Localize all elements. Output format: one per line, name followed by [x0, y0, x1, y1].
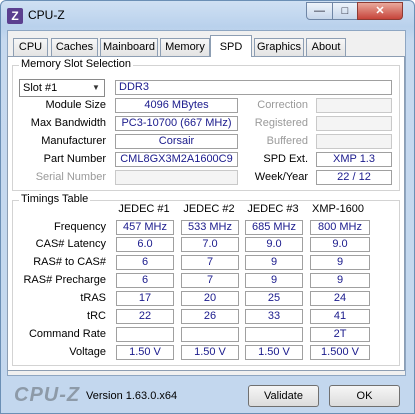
timing-cell: 7	[181, 255, 239, 270]
timing-cell: 25	[245, 291, 303, 306]
correction-value	[316, 98, 392, 113]
column-header-jedec2: JEDEC #2	[183, 203, 235, 215]
module-size-value: 4096 MBytes	[115, 98, 238, 113]
slot-select-value: Slot #1	[23, 82, 58, 94]
row-label-tras: tRAS	[80, 292, 106, 304]
timing-cell: 9.0	[245, 237, 303, 252]
registered-label: Registered	[254, 117, 308, 129]
chevron-down-icon[interactable]: ▼	[90, 82, 102, 94]
timing-cell: 1.50 V	[181, 345, 239, 360]
timing-cell: 33	[245, 309, 303, 324]
tab-mainboard[interactable]: Mainboard	[100, 38, 158, 56]
timing-cell: 685 MHz	[245, 220, 303, 235]
row-label-cas-latency: CAS# Latency	[35, 238, 106, 250]
manufacturer-value: Corsair	[115, 134, 238, 149]
minimize-button[interactable]: —	[306, 2, 333, 20]
timing-cell: 9	[310, 255, 370, 270]
row-label-trc: tRC	[87, 310, 106, 322]
validate-button[interactable]: Validate	[248, 385, 319, 407]
maximize-button[interactable]: □	[332, 2, 358, 20]
ok-button[interactable]: OK	[329, 385, 400, 407]
max-bandwidth-value: PC3-10700 (667 MHz)	[115, 116, 238, 131]
timing-cell	[116, 327, 174, 342]
correction-label: Correction	[257, 99, 308, 111]
part-number-value: CML8GX3M2A1600C9	[115, 152, 238, 167]
week-year-value: 22 / 12	[316, 170, 392, 185]
title-bar[interactable]: Z CPU-Z — □ ✕	[1, 1, 414, 29]
tab-cpu[interactable]: CPU	[13, 38, 48, 56]
row-label-voltage: Voltage	[69, 346, 106, 358]
row-label-ras-to-cas: RAS# to CAS#	[33, 256, 106, 268]
timing-cell: 2T	[310, 327, 370, 342]
timing-cell: 533 MHz	[181, 220, 239, 235]
part-number-label: Part Number	[43, 153, 106, 165]
timing-cell: 9	[310, 273, 370, 288]
buffered-value	[316, 134, 392, 149]
timing-cell: 9.0	[310, 237, 370, 252]
timings-group-title: Timings Table	[19, 193, 91, 205]
version-text: Version 1.63.0.x64	[86, 390, 178, 402]
row-label-ras-precharge: RAS# Precharge	[23, 274, 106, 286]
tab-caches[interactable]: Caches	[51, 38, 98, 56]
timing-cell	[245, 327, 303, 342]
column-header-jedec3: JEDEC #3	[247, 203, 299, 215]
spd-ext-label: SPD Ext.	[263, 153, 308, 165]
tab-graphics[interactable]: Graphics	[254, 38, 304, 56]
cpu-z-app-icon: Z	[7, 8, 23, 24]
timing-cell: 9	[245, 255, 303, 270]
timing-cell: 22	[116, 309, 174, 324]
tab-spd[interactable]: SPD	[210, 35, 252, 57]
timing-cell: 800 MHz	[310, 220, 370, 235]
cpu-z-logo: CPU-Z	[14, 384, 81, 406]
timing-cell: 26	[181, 309, 239, 324]
timing-cell	[181, 327, 239, 342]
timing-cell: 1.50 V	[116, 345, 174, 360]
timing-cell: 7.0	[181, 237, 239, 252]
window-title: CPU-Z	[28, 8, 65, 22]
timing-cell: 17	[116, 291, 174, 306]
timing-cell: 1.500 V	[310, 345, 370, 360]
timing-cell: 6.0	[116, 237, 174, 252]
week-year-label: Week/Year	[254, 171, 308, 183]
spd-ext-value: XMP 1.3	[316, 152, 392, 167]
max-bandwidth-label: Max Bandwidth	[30, 117, 106, 129]
serial-number-label: Serial Number	[35, 171, 106, 183]
registered-value	[316, 116, 392, 131]
timing-cell: 6	[116, 255, 174, 270]
timing-cell: 20	[181, 291, 239, 306]
timing-cell: 7	[181, 273, 239, 288]
row-label-command-rate: Command Rate	[28, 328, 106, 340]
memory-slot-group-title: Memory Slot Selection	[19, 58, 134, 70]
timing-cell: 6	[116, 273, 174, 288]
column-header-xmp: XMP-1600	[312, 203, 364, 215]
buffered-label: Buffered	[266, 135, 308, 147]
timing-cell: 1.50 V	[245, 345, 303, 360]
timing-cell: 24	[310, 291, 370, 306]
row-label-frequency: Frequency	[54, 221, 106, 233]
memory-type-field: DDR3	[115, 80, 392, 95]
slot-select[interactable]: Slot #1 ▼	[19, 79, 105, 97]
serial-number-value	[115, 170, 238, 185]
manufacturer-label: Manufacturer	[41, 135, 106, 147]
timing-cell: 9	[245, 273, 303, 288]
tab-about[interactable]: About	[306, 38, 346, 56]
module-size-label: Module Size	[45, 99, 106, 111]
timing-cell: 41	[310, 309, 370, 324]
tab-memory[interactable]: Memory	[160, 38, 210, 56]
column-header-jedec1: JEDEC #1	[118, 203, 170, 215]
timing-cell: 457 MHz	[116, 220, 174, 235]
close-button[interactable]: ✕	[357, 2, 403, 20]
